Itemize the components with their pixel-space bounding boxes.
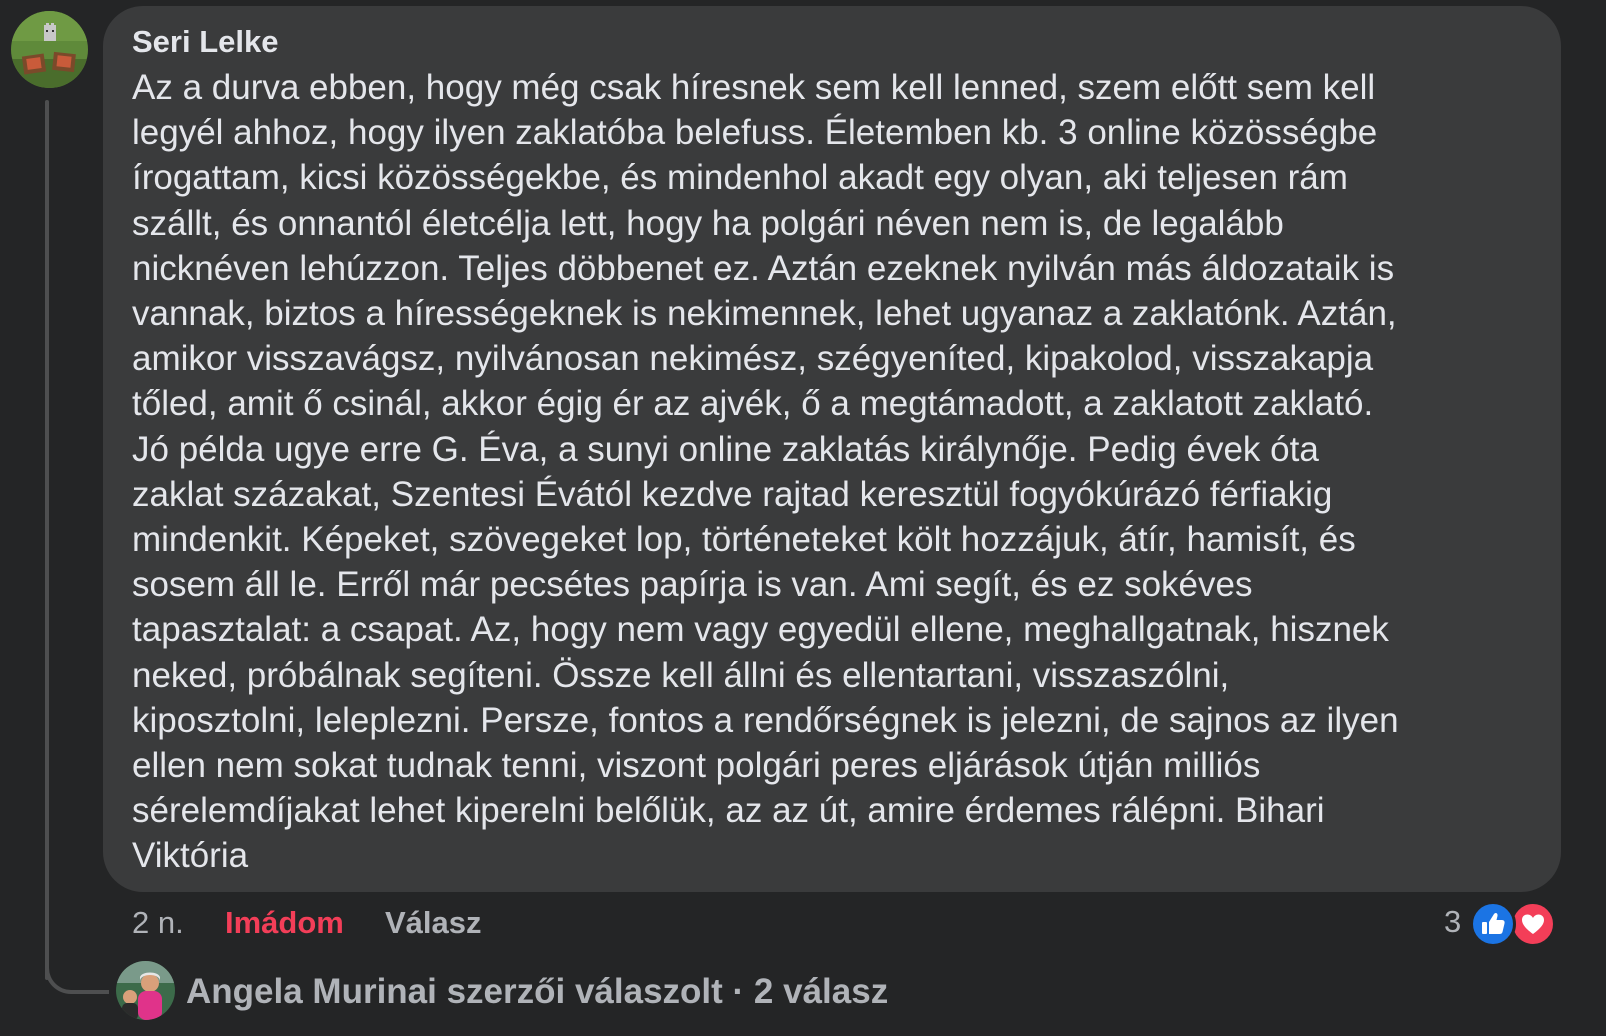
comment-line: kiposztolni, leleplezni. Persze, fontos … [132, 700, 1399, 740]
avatar-image-icon [116, 961, 175, 1020]
comment-line: legyél ahhoz, hogy ilyen zaklatóba belef… [132, 113, 1378, 153]
comment-line: írogattam, kicsi közösségekbe, és minden… [132, 158, 1348, 198]
avatar-image-icon [11, 11, 88, 88]
like-icon [1482, 912, 1505, 934]
comment-line: Az a durva ebben, hogy még csak híresnek… [132, 68, 1376, 107]
thread-line [45, 100, 49, 980]
reply-author-avatar[interactable] [116, 961, 175, 1020]
love-reaction-button[interactable]: Imádom [225, 903, 344, 943]
commenter-avatar[interactable] [11, 11, 88, 88]
comment-line: szállt, és onnantól életcélja lett, hogy… [132, 203, 1284, 243]
comment-line: nicknéven lehúzzon. Teljes döbbenet ez. … [132, 248, 1395, 288]
comment-timestamp[interactable]: 2 n. [132, 903, 184, 943]
comment-line: Jó példa ugye erre G. Éva, a sunyi onlin… [132, 429, 1319, 469]
comment-line: sosem áll le. Erről már pecsétes papírja… [132, 565, 1253, 605]
comment-text: Az a durva ebben, hogy még csak híresnek… [132, 65, 1552, 879]
comment-line: sérelemdíjakat lehet kiperelni belőlük, … [132, 791, 1325, 831]
comment-line: vannak, biztos a hírességeknek is nekime… [132, 294, 1397, 334]
reaction-count[interactable]: 3 [1444, 902, 1461, 942]
reply-button[interactable]: Válasz [385, 903, 482, 943]
comment-line: zaklat százakat, Szentesi Évától kezdve … [132, 474, 1333, 514]
view-replies-link[interactable]: Angela Murinai szerzői válaszolt · 2 vál… [186, 970, 888, 1014]
comment-line: ellen nem sokat tudnak tenni, viszont po… [132, 746, 1261, 786]
like-reaction-badge[interactable] [1470, 901, 1516, 947]
comment-line: Viktória [132, 836, 249, 876]
thread-connector [45, 944, 109, 994]
comment-line: amikor visszavágsz, nyilvánosan nekimész… [132, 339, 1374, 379]
love-reaction-badge[interactable] [1510, 901, 1556, 947]
comment-line: neked, próbálnak segíteni. Össze kell ál… [132, 655, 1230, 695]
comment-line: tapasztalat: a csapat. Az, hogy nem vagy… [132, 610, 1389, 650]
comment-line: mindenkit. Képeket, szövegeket lop, tört… [132, 520, 1356, 560]
love-icon [1522, 914, 1544, 934]
comment-line: tőled, amit ő csinál, akkor égig ér az a… [132, 384, 1374, 424]
comment-author-name[interactable]: Seri Lelke [132, 24, 278, 60]
